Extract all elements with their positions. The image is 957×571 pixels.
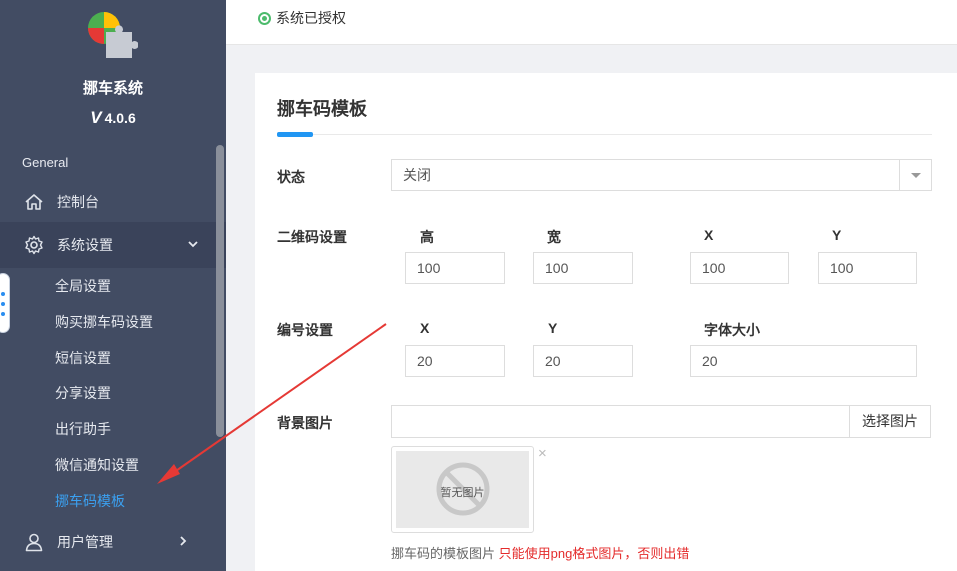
version-prefix: V: [90, 108, 102, 127]
side-drag-handle[interactable]: [0, 273, 10, 333]
background-image-label: 背景图片: [277, 415, 333, 431]
qr-width-input[interactable]: 100: [533, 252, 633, 284]
submenu-item-travel-assistant[interactable]: 出行助手: [0, 412, 216, 448]
image-warning-text: 只能使用png格式图片，否则出错: [498, 546, 690, 561]
submenu-item-sms-settings[interactable]: 短信设置: [0, 341, 216, 377]
sidebar-item-label: 用户管理: [57, 534, 113, 550]
remove-image-icon[interactable]: ×: [538, 445, 547, 462]
submenu-item-wechat-notify[interactable]: 微信通知设置: [0, 448, 216, 484]
auth-status-icon: [258, 11, 271, 25]
image-hint: 挪车码的模板图片 只能使用png格式图片，否则出错: [391, 543, 689, 562]
version-number: 4.0.6: [104, 110, 136, 126]
user-icon: [25, 533, 43, 552]
puzzle-logo-icon: [88, 12, 138, 58]
number-x-label: X: [420, 320, 430, 336]
image-placeholder: 暂无图片: [396, 451, 529, 528]
submenu-item-purchase-settings[interactable]: 购买挪车码设置: [0, 305, 216, 341]
page-title: 挪车码模板: [277, 99, 367, 119]
submenu-item-qrcode-template[interactable]: 挪车码模板: [0, 484, 216, 520]
topbar: 系统已授权: [226, 0, 957, 45]
sidebar-item-dashboard[interactable]: 控制台: [0, 179, 216, 225]
auth-status-text: 系统已授权: [276, 10, 346, 26]
choose-image-button[interactable]: 选择图片: [849, 405, 931, 438]
sidebar-item-label: 系统设置: [57, 237, 113, 253]
font-size-input[interactable]: 20: [690, 345, 917, 377]
submenu-item-global-settings[interactable]: 全局设置: [0, 269, 216, 305]
submenu-item-share-settings[interactable]: 分享设置: [0, 376, 216, 412]
template-form-card: 挪车码模板 状态 关闭 二维码设置 高 宽 X Y 100 100 100 10…: [255, 73, 957, 571]
title-accent-bar: [277, 132, 313, 137]
qr-height-input[interactable]: 100: [405, 252, 505, 284]
number-settings-label: 编号设置: [277, 322, 333, 338]
font-size-label: 字体大小: [704, 322, 760, 338]
qr-y-input[interactable]: 100: [818, 252, 917, 284]
home-icon: [25, 194, 43, 210]
number-y-input[interactable]: 20: [533, 345, 633, 377]
title-divider: [277, 134, 932, 135]
image-hint-text: 挪车码的模板图片: [391, 546, 496, 561]
submenu-system-settings: 全局设置 购买挪车码设置 短信设置 分享设置 出行助手 微信通知设置 挪车码模板: [0, 269, 216, 520]
number-x-input[interactable]: 20: [405, 345, 505, 377]
app-version: V 4.0.6: [0, 108, 226, 128]
no-image-text: 暂无图片: [440, 487, 485, 499]
chevron-right-icon: [180, 536, 187, 546]
gear-icon: [25, 235, 43, 255]
auth-status: 系统已授权: [258, 8, 346, 28]
sidebar: 挪车系统 V 4.0.6 General 控制台 系统设置 全局设置 购买挪车码设…: [0, 0, 226, 571]
status-select[interactable]: 关闭: [391, 159, 932, 191]
image-preview: 暂无图片: [391, 446, 534, 533]
background-image-path-input[interactable]: [391, 405, 850, 438]
sidebar-item-user-management[interactable]: 用户管理: [0, 519, 216, 565]
status-select-value: 关闭: [403, 167, 431, 183]
sidebar-item-system-settings[interactable]: 系统设置: [0, 222, 226, 268]
caret-down-icon: [899, 160, 931, 190]
status-label: 状态: [277, 169, 305, 185]
qr-width-label: 宽: [547, 229, 561, 245]
qr-x-input[interactable]: 100: [690, 252, 789, 284]
chevron-down-icon: [188, 241, 198, 248]
qr-x-label: X: [704, 227, 714, 243]
app-name: 挪车系统: [82, 80, 143, 97]
section-label: General: [22, 155, 69, 170]
number-y-label: Y: [548, 320, 558, 336]
qr-y-label: Y: [832, 227, 842, 243]
qr-settings-label: 二维码设置: [277, 229, 347, 245]
sidebar-scrollbar[interactable]: [216, 145, 224, 437]
qr-height-label: 高: [420, 229, 434, 245]
sidebar-item-label: 控制台: [57, 194, 99, 210]
